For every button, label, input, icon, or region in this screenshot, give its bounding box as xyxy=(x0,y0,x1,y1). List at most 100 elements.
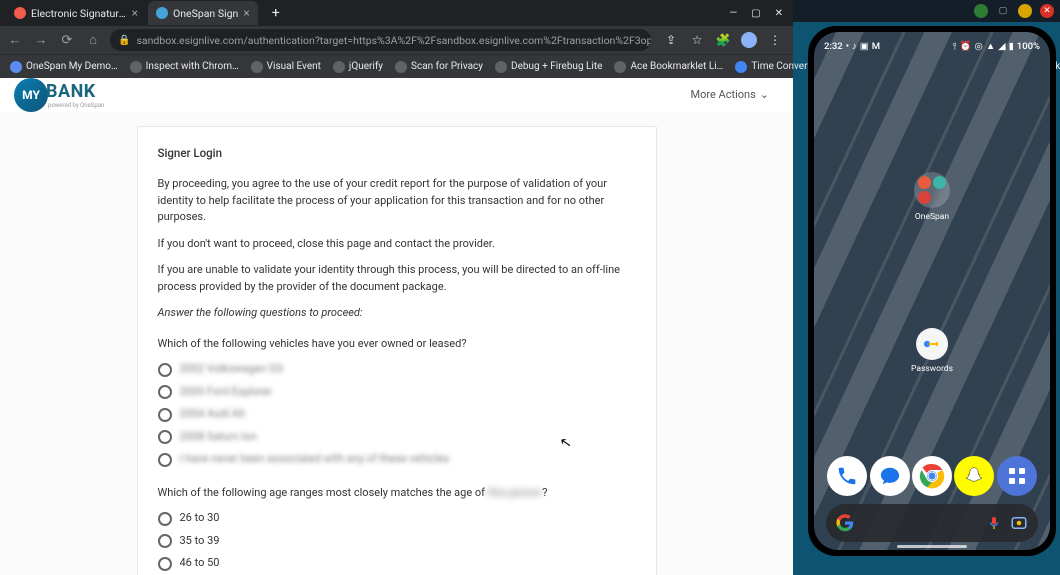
bookmark-label: Inspect with Chrom… xyxy=(146,61,239,72)
status-app-icon: ▣ xyxy=(860,41,869,52)
phone-frame: 2:32 • ♪ ▣ M ⫯ ⏰ ◎ ▲ ◢ ▮ 100% xyxy=(808,26,1056,556)
toolbar-icons: ⇪ ☆ 🧩 ⋮ xyxy=(659,32,787,48)
passwords-widget[interactable]: Passwords xyxy=(911,328,953,374)
page-body: Signer Login By proceeding, you agree to… xyxy=(0,78,793,575)
radio-icon xyxy=(158,408,172,422)
host-close[interactable]: ✕ xyxy=(1040,4,1054,18)
option-label: 2002 Volkswagen GS xyxy=(180,361,284,378)
option-label: 26 to 30 xyxy=(180,510,220,527)
lock-icon: 🔒 xyxy=(118,35,130,46)
app-folder[interactable]: OneSpan xyxy=(914,172,950,222)
status-battery-text: 100% xyxy=(1017,41,1040,52)
status-nfc-icon: ⫯ xyxy=(953,41,957,52)
q2-prefix: Which of the following age ranges most c… xyxy=(158,486,488,499)
back-button[interactable]: ← xyxy=(6,32,24,48)
option-label: 2005 Ford Explorer xyxy=(180,384,272,401)
q2-option[interactable]: 46 to 50 xyxy=(158,552,636,575)
q2-option[interactable]: 26 to 30 xyxy=(158,507,636,530)
radio-icon xyxy=(158,453,172,467)
maximize-button[interactable]: ▢ xyxy=(751,8,760,19)
phone-app[interactable] xyxy=(827,456,867,496)
google-search-bar[interactable] xyxy=(826,504,1038,542)
phone-dock xyxy=(826,454,1038,498)
bookmark-item[interactable]: jQuerify xyxy=(329,61,387,73)
q1-option[interactable]: 2002 Volkswagen GS xyxy=(158,358,636,381)
tab-strip: Electronic Signature, Cloud Auth × OneSp… xyxy=(0,0,793,26)
folder-icons xyxy=(914,172,950,208)
new-tab-button[interactable]: + xyxy=(266,5,286,21)
bookmark-item[interactable]: Ace Bookmarklet Li… xyxy=(610,61,727,73)
q1-option[interactable]: 2008 Saturn Ion xyxy=(158,426,636,449)
instruction-text: Answer the following questions to procee… xyxy=(158,305,636,322)
lens-icon[interactable] xyxy=(1010,514,1028,532)
option-label: 2008 Saturn Ion xyxy=(180,429,258,446)
bookmark-item[interactable]: Inspect with Chrom… xyxy=(126,61,243,73)
more-actions-label: More Actions xyxy=(690,88,755,101)
bookmark-label: Visual Event xyxy=(267,61,321,72)
favicon xyxy=(14,7,26,19)
nav-handle[interactable] xyxy=(897,545,967,548)
folder-label: OneSpan xyxy=(914,212,950,222)
phone-screen[interactable]: 2:32 • ♪ ▣ M ⫯ ⏰ ◎ ▲ ◢ ▮ 100% xyxy=(814,32,1050,550)
tab-2[interactable]: OneSpan Sign × xyxy=(148,1,258,25)
bookmark-item[interactable]: Debug + Firebug Lite xyxy=(491,61,606,73)
window-controls: — ▢ ✕ xyxy=(729,8,793,19)
home-button[interactable]: ⌂ xyxy=(84,32,102,48)
close-button[interactable]: ✕ xyxy=(775,8,783,19)
signer-login-card: Signer Login By proceeding, you agree to… xyxy=(137,126,657,575)
folder-app-icon xyxy=(918,176,931,189)
snapchat-app[interactable] xyxy=(954,456,994,496)
q1-option[interactable]: I have never been associated with any of… xyxy=(158,448,636,471)
status-note-icon: ♪ xyxy=(852,41,857,52)
tab-close-icon[interactable]: × xyxy=(243,6,249,20)
host-minimize[interactable] xyxy=(974,4,988,18)
menu-icon[interactable]: ⋮ xyxy=(767,32,783,48)
bookmark-label: Scan for Privacy xyxy=(411,61,483,72)
q1-option[interactable]: 2004 Audi A6 xyxy=(158,403,636,426)
card-title: Signer Login xyxy=(158,145,636,162)
folder-app-icon xyxy=(933,176,946,189)
profile-avatar[interactable] xyxy=(741,32,757,48)
radio-icon xyxy=(158,534,172,548)
tab-1[interactable]: Electronic Signature, Cloud Auth × xyxy=(6,1,146,25)
folder-app-icon xyxy=(918,191,931,204)
forward-button[interactable]: → xyxy=(32,32,50,48)
url-text: sandbox.esignlive.com/authentication?tar… xyxy=(136,34,651,47)
host-maximize[interactable]: ▢ xyxy=(996,4,1010,18)
radio-icon xyxy=(158,557,172,571)
logo-subtitle: powered by OneSpan xyxy=(48,102,104,109)
consent-text-3: If you are unable to validate your ident… xyxy=(158,262,636,295)
share-icon[interactable]: ⇪ xyxy=(663,32,679,48)
host-warn[interactable] xyxy=(1018,4,1032,18)
q2-option[interactable]: 35 to 39 xyxy=(158,530,636,553)
logo-badge: MY xyxy=(14,78,48,112)
tab-close-icon[interactable]: × xyxy=(132,6,138,20)
mic-icon[interactable] xyxy=(986,515,1002,531)
bookmark-label: Debug + Firebug Lite xyxy=(511,61,602,72)
star-icon[interactable]: ☆ xyxy=(689,32,705,48)
messages-app[interactable] xyxy=(870,456,910,496)
status-battery-icon: ▮ xyxy=(1009,41,1014,52)
google-icon xyxy=(836,514,854,532)
reload-button[interactable]: ⟳ xyxy=(58,33,76,48)
page-content: MY BANK powered by OneSpan More Actions … xyxy=(0,78,793,575)
bookmarks-bar: OneSpan My Demo… Inspect with Chrom… Vis… xyxy=(0,54,793,78)
q1-option[interactable]: 2005 Ford Explorer xyxy=(158,381,636,404)
status-alarm-icon: ⏰ xyxy=(960,41,972,52)
status-dot-icon: • xyxy=(846,41,849,52)
bookmark-item[interactable]: Visual Event xyxy=(247,61,325,73)
passwords-label: Passwords xyxy=(911,364,953,374)
chrome-app[interactable] xyxy=(912,456,952,496)
bookmark-item[interactable]: Scan for Privacy xyxy=(391,61,487,73)
status-location-icon: ◎ xyxy=(975,41,983,52)
app-drawer[interactable] xyxy=(997,456,1037,496)
extensions-icon[interactable]: 🧩 xyxy=(715,32,731,48)
bookmark-item[interactable]: OneSpan My Demo… xyxy=(6,61,122,73)
chevron-down-icon: ⌄ xyxy=(760,88,769,101)
app-header: MY BANK powered by OneSpan More Actions … xyxy=(0,78,783,112)
minimize-button[interactable]: — xyxy=(729,8,737,19)
consent-text-1: By proceeding, you agree to the use of y… xyxy=(158,176,636,226)
address-bar[interactable]: 🔒 sandbox.esignlive.com/authentication?t… xyxy=(110,29,651,51)
question-2-text: Which of the following age ranges most c… xyxy=(158,485,636,502)
more-actions-button[interactable]: More Actions ⌄ xyxy=(690,88,769,101)
